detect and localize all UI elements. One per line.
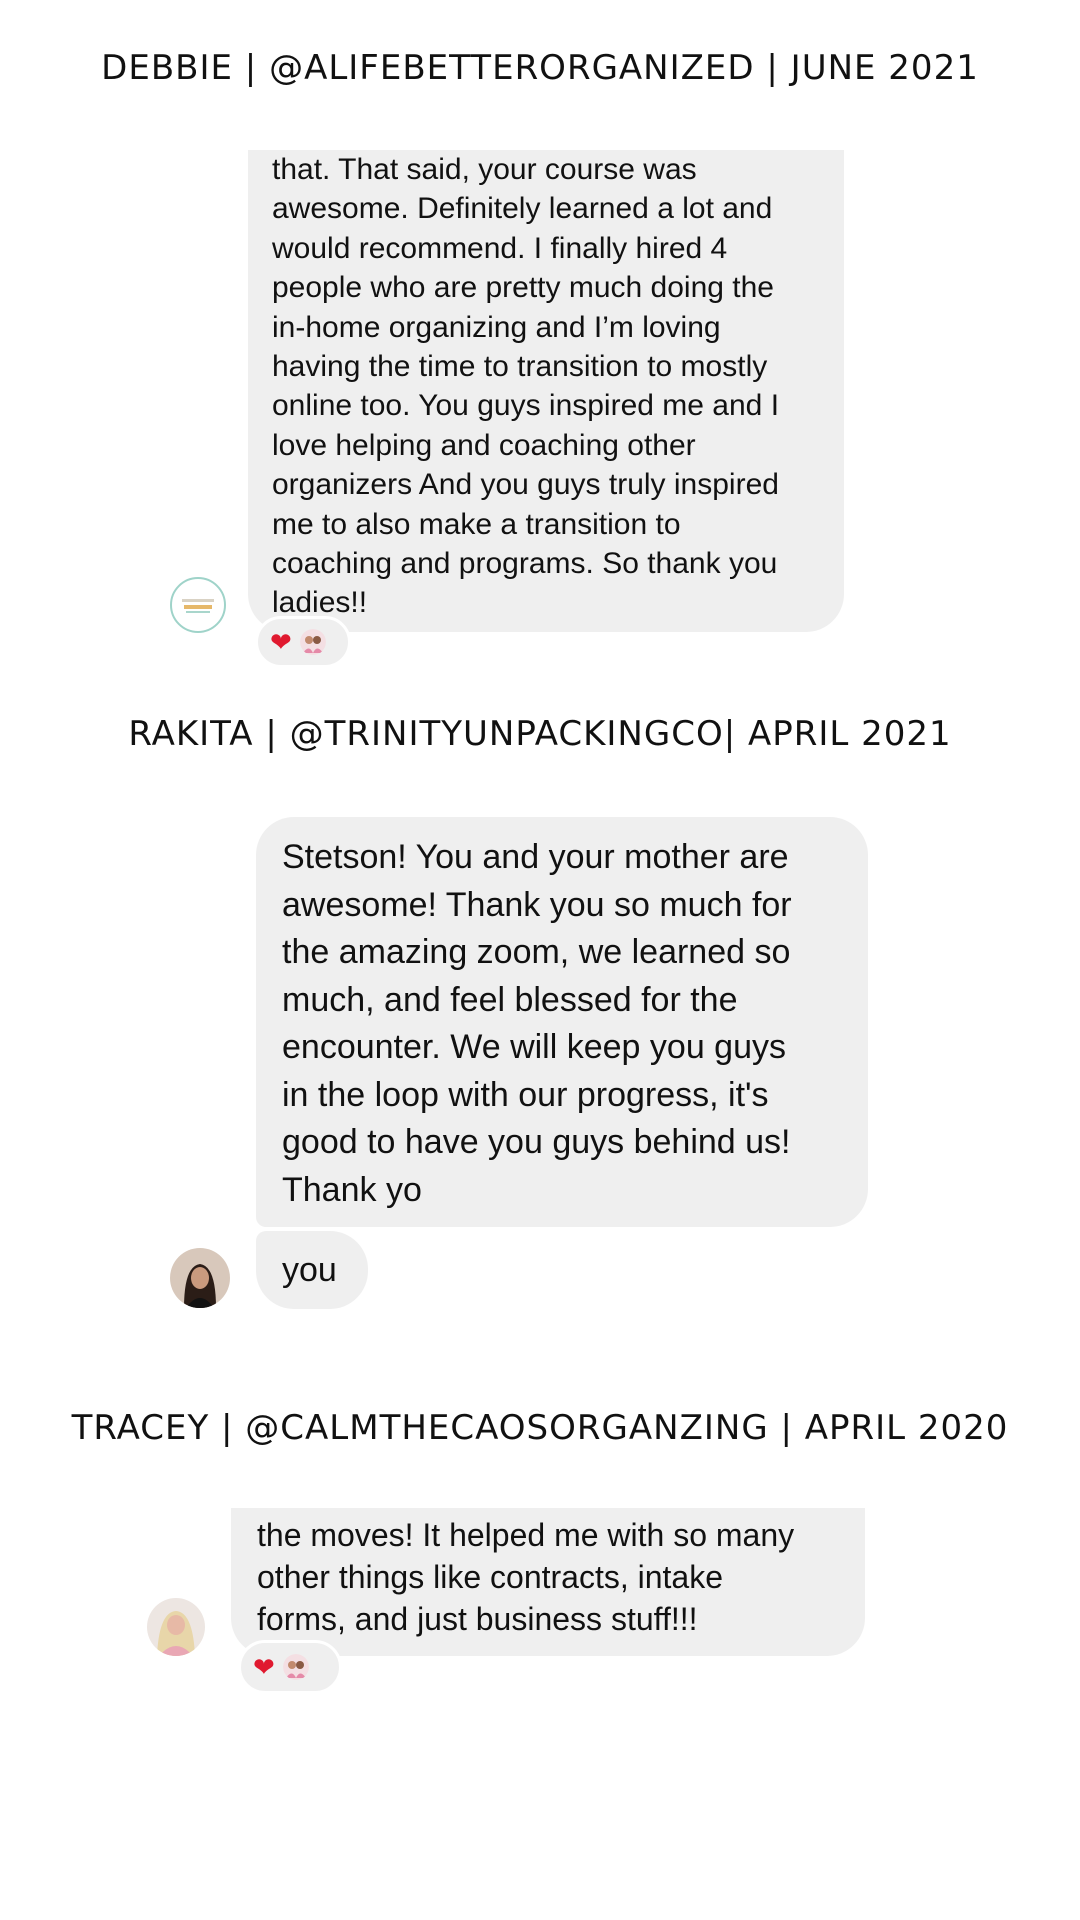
message-line: would recommend. I finally hired 4 [272,231,728,265]
reaction-bar[interactable]: ❤ [255,616,351,668]
message-bubble: you [256,1231,368,1309]
section-heading: TRACEY | @CALMTHECAOSORGANZING | APRIL 2… [71,1408,1009,1448]
message-line: in the loop with our progress, it's [282,1075,769,1114]
message-line: other things like contracts, intake [257,1559,724,1595]
avatar[interactable] [147,1598,205,1656]
message-line: Thank yo [282,1170,422,1209]
message-line: ladies!! [272,586,368,620]
message-line: you [282,1251,337,1289]
message-line: that. That said, your course was [272,153,697,186]
message-line: good to have you guys behind us! [282,1123,791,1161]
message-line: in-home organizing and I’m loving [272,310,721,344]
message-line: people who are pretty much doing the [272,271,774,305]
reactor-avatar-icon [299,629,326,655]
message-line: coaching and programs. So thank you [272,547,778,581]
user-avatar-icon [170,1248,230,1308]
message-line: me to also make a transition to [272,507,681,541]
message-line: encounter. We will keep you guys [282,1028,786,1066]
message-line: awesome! Thank you so much for [282,885,792,924]
heart-icon: ❤ [270,627,292,657]
message-bubble: Stetson! You and your mother are awesome… [256,817,868,1227]
message-line: love helping and coaching other [272,428,696,462]
message-line: organizers And you guys truly inspired [272,468,779,502]
message-line: the moves! It helped me with so many [257,1517,795,1553]
section-heading: DEBBIE | @ALIFEBETTERORGANIZED | JUNE 20… [101,48,979,88]
message-line: having the time to transition to mostly [272,350,768,384]
heart-icon: ❤ [253,1652,275,1682]
message-bubble: the moves! It helped me with so many oth… [231,1508,865,1656]
message-line: much, and feel blessed for the [282,980,738,1019]
message-line: awesome. Definitely learned a lot and [272,192,773,226]
avatar[interactable] [170,1248,230,1308]
message-line: Stetson! You and your mother are [282,838,789,876]
message-bubble: that. That said, your course was awesome… [248,150,844,632]
avatar[interactable] [170,577,226,633]
reactor-avatar-icon [282,1654,309,1680]
brand-logo-icon [182,599,214,613]
section-heading: RAKITA | @TRINITYUNPACKINGCO| APRIL 2021 [128,714,952,754]
message-line: online too. You guys inspired me and I [272,389,780,423]
message-line: forms, and just business stuff!!! [257,1601,698,1637]
reaction-bar[interactable]: ❤ [238,1640,342,1694]
user-avatar-icon [147,1598,205,1656]
message-line: the amazing zoom, we learned so [282,933,791,971]
